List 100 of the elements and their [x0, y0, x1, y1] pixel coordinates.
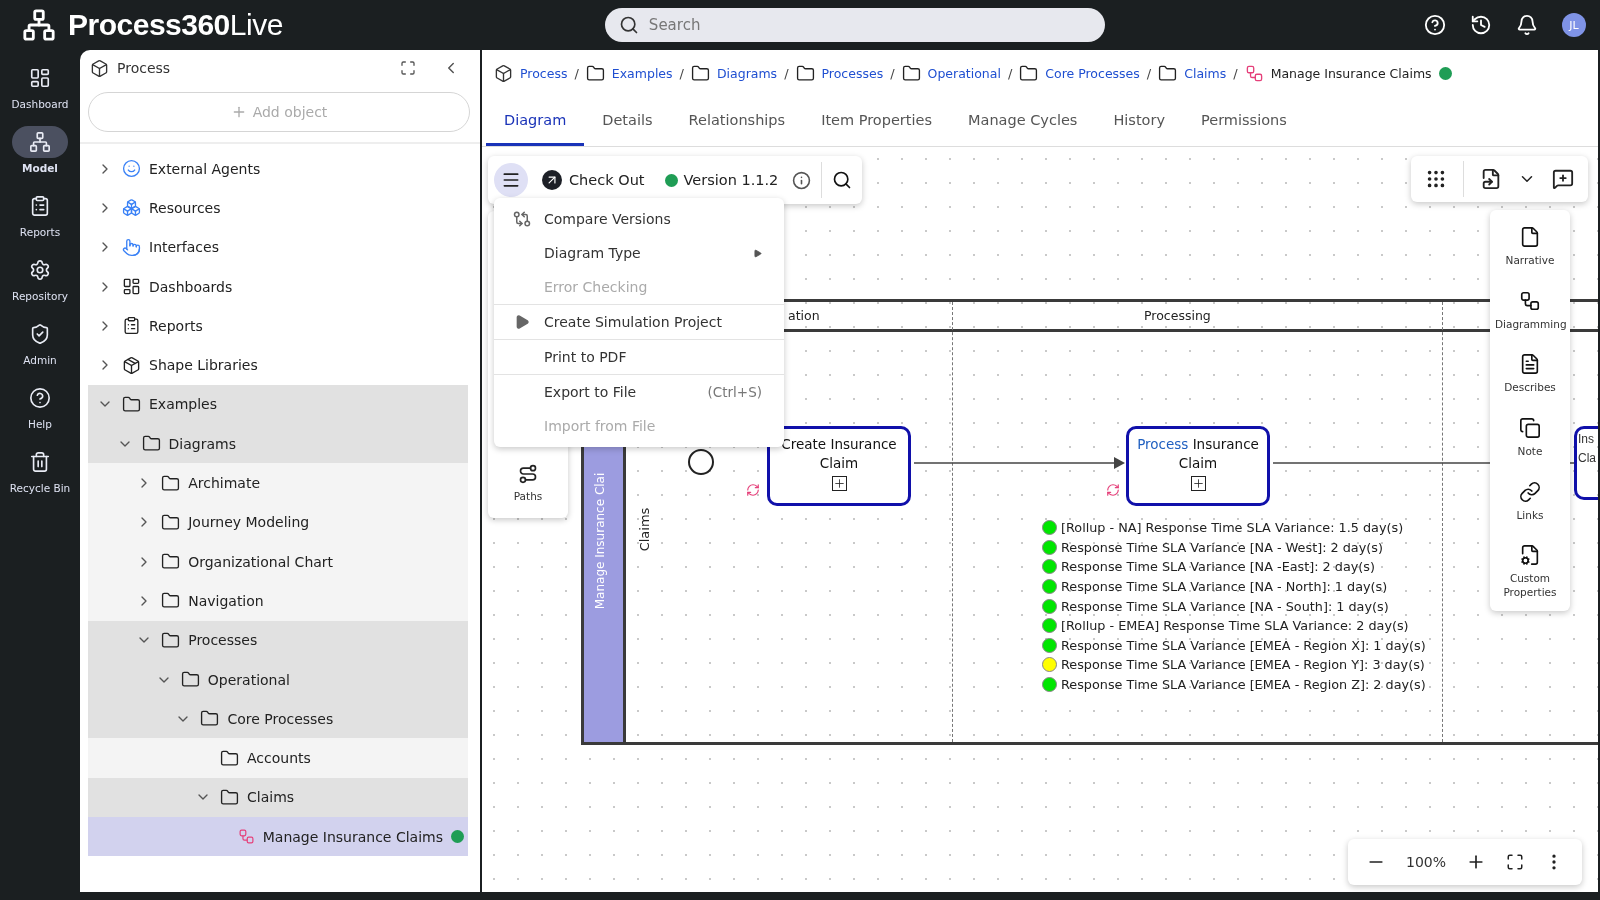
process-task[interactable] [1574, 426, 1598, 500]
nav-item[interactable]: Admin [0, 318, 80, 380]
tree-item[interactable]: Organizational Chart [88, 541, 468, 582]
tab[interactable]: Relationships [670, 96, 804, 146]
tool-button[interactable]: Diagramming [1490, 289, 1570, 332]
nav-item[interactable]: Model [0, 126, 80, 188]
resources-icon [122, 198, 141, 218]
breadcrumb-link[interactable]: Operational [927, 65, 1001, 81]
breadcrumb-link[interactable]: Processes [821, 65, 884, 81]
tab[interactable]: Permissions [1183, 96, 1305, 146]
tool-button[interactable]: Describes [1490, 353, 1570, 395]
paths-label[interactable]: Paths [513, 490, 543, 504]
tree-item[interactable]: Manage Insurance Claims [88, 817, 468, 857]
tree-item[interactable]: Archimate [88, 463, 468, 503]
tab[interactable]: Manage Cycles [950, 96, 1096, 146]
metric-label: Response Time SLA Variance [NA - West]: 2 day(s) [1061, 539, 1383, 555]
route-icon [518, 464, 538, 485]
panel-title: Process [117, 60, 172, 76]
expand-icon[interactable] [400, 60, 416, 76]
search-icon[interactable] [832, 170, 853, 190]
nav-item[interactable]: Reports [0, 190, 80, 252]
menu-item[interactable]: Diagram Type [494, 236, 784, 270]
nav-item[interactable]: Recycle Bin [0, 446, 80, 508]
breadcrumb-separator: / [1233, 65, 1238, 81]
process-task[interactable]: Process Insurance Claim [1126, 426, 1270, 506]
tool-button[interactable]: Note [1490, 416, 1570, 459]
note-icon [1519, 416, 1541, 439]
document-info-icon [1519, 353, 1541, 376]
tree-item[interactable]: Accounts [88, 738, 468, 778]
folder-icon [122, 394, 141, 414]
menu-item[interactable]: Export to File (Ctrl+S) [494, 375, 784, 409]
nav-item[interactable]: Repository [0, 254, 80, 316]
cube-icon [494, 63, 513, 83]
menu-button[interactable] [494, 163, 528, 197]
diagram-icon [1244, 63, 1264, 83]
cycle-icon [1106, 483, 1120, 497]
link-icon [1519, 480, 1541, 503]
shield-icon [29, 323, 51, 345]
folder-icon [585, 63, 605, 83]
play-icon [514, 314, 530, 330]
export-document-icon[interactable] [1480, 168, 1502, 190]
task-link[interactable]: Process [1137, 436, 1189, 452]
tree-item[interactable]: Examples [88, 384, 468, 425]
breadcrumb-link[interactable]: Examples [611, 65, 673, 81]
nav-item[interactable]: Dashboard [0, 62, 80, 124]
version-button[interactable]: Version 1.1.2 [679, 172, 783, 188]
tree-item[interactable]: Navigation [88, 581, 468, 621]
fit-screen-icon[interactable] [1506, 853, 1525, 871]
tree-item[interactable]: Diagrams [88, 424, 468, 464]
breadcrumb-separator: / [574, 65, 579, 81]
metric-label: [Rollup - EMEA] Response Time SLA Variance: 2 day(s) [1061, 618, 1409, 634]
grid-icon[interactable] [1425, 168, 1447, 190]
bell-icon[interactable] [1516, 14, 1538, 36]
metric-label: Response Time SLA Variance [EMEA - Region X]: 1 day(s) [1061, 637, 1426, 653]
logo-icon [22, 8, 56, 42]
tab[interactable]: Item Properties [803, 96, 951, 146]
cycle-icon [746, 483, 760, 497]
breadcrumb-link[interactable]: Process [520, 65, 568, 81]
menu-item[interactable]: Print to PDF [494, 340, 784, 374]
metric-label: Response Time SLA Variance [EMEA - Region Y]: 3 day(s) [1061, 657, 1425, 673]
tab[interactable]: Details [584, 96, 671, 146]
folder-icon [180, 670, 200, 689]
history-icon[interactable] [1470, 14, 1492, 36]
folder-icon [901, 63, 921, 83]
clipboard-icon [29, 195, 51, 217]
phase-label: ation [788, 308, 820, 323]
tree-item[interactable]: Claims [88, 777, 468, 818]
clipboard-icon [122, 316, 141, 336]
menu-item[interactable]: Compare Versions [494, 202, 784, 236]
menu-item[interactable]: Create Simulation Project [494, 305, 784, 339]
dashboard-icon [122, 277, 141, 297]
breadcrumb-separator: / [1146, 65, 1152, 81]
pool-label: Manage Insurance Clai [593, 472, 608, 610]
agents-icon [122, 159, 141, 179]
tree-item[interactable]: Operational [88, 659, 468, 700]
tree-item[interactable]: Core Processes [88, 699, 468, 739]
tool-button[interactable]: Links [1490, 480, 1570, 523]
tab[interactable]: History [1095, 96, 1183, 146]
cube-icon [90, 58, 109, 78]
dashboard-icon [29, 67, 51, 89]
folder-icon [220, 748, 239, 768]
tree-item[interactable]: Processes [88, 620, 468, 660]
metric-label: Response Time SLA Variance [NA -East]: 2 day(s) [1061, 559, 1376, 575]
search-field[interactable]: Search [604, 8, 1105, 42]
check-out-button[interactable]: Check Out [538, 170, 649, 190]
breadcrumb-link[interactable]: Core Processes [1045, 65, 1140, 81]
add-comment-icon[interactable] [1552, 168, 1574, 190]
breadcrumb-link[interactable]: Manage Insurance Claims [1270, 65, 1432, 81]
info-icon[interactable] [792, 170, 812, 190]
folder-icon [795, 63, 815, 83]
folder-icon [161, 591, 181, 611]
breadcrumb-link[interactable]: Diagrams [716, 65, 778, 81]
nav-item[interactable]: Help [0, 382, 80, 444]
breadcrumb-link[interactable]: Claims [1184, 65, 1227, 81]
tree-item[interactable]: Journey Modeling [88, 502, 468, 542]
breadcrumb-separator: / [890, 65, 895, 81]
tool-button[interactable]: Custom Properties [1490, 544, 1570, 600]
help-icon[interactable] [1424, 14, 1446, 36]
process-task[interactable]: Create Insurance Claim [767, 426, 911, 506]
tool-button[interactable]: Narrative [1490, 226, 1570, 268]
